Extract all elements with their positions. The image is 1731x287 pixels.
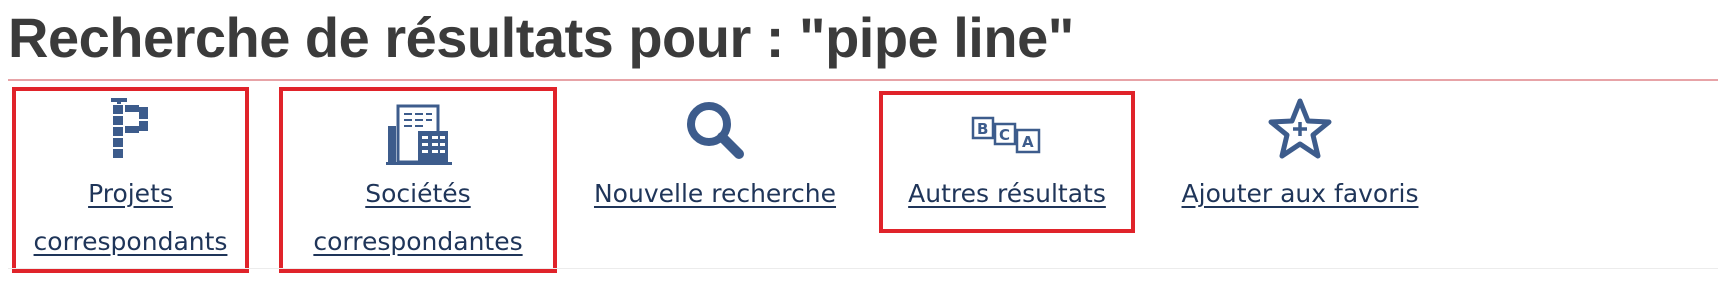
societes-link-line1[interactable]: Sociétés — [279, 170, 557, 218]
star-plus-icon — [1268, 98, 1332, 165]
title-divider — [8, 79, 1718, 81]
svg-text:C: C — [999, 126, 1010, 144]
ajouter-favoris-link[interactable]: Ajouter aux favoris — [1170, 170, 1430, 218]
action-societes[interactable]: Sociétés correspondantes — [279, 96, 557, 266]
autres-resultats-link[interactable]: Autres résultats — [879, 170, 1135, 218]
bottom-divider — [8, 268, 1718, 269]
building-icon — [382, 104, 454, 171]
nouvelle-recherche-link[interactable]: Nouvelle recherche — [585, 170, 845, 218]
action-nouvelle-recherche[interactable]: Nouvelle recherche — [585, 96, 845, 226]
svg-text:B: B — [977, 120, 988, 138]
search-icon — [685, 100, 745, 165]
action-projets[interactable]: Projets correspondants — [12, 96, 249, 266]
pipe-p-icon — [109, 98, 153, 165]
action-autres-resultats[interactable]: B C A Autres résultats — [879, 96, 1135, 226]
svg-text:A: A — [1022, 133, 1034, 151]
bca-blocks-icon: B C A — [971, 116, 1043, 161]
societes-link-line2[interactable]: correspondantes — [279, 218, 557, 266]
page-title: Recherche de résultats pour : "pipe line… — [8, 6, 1074, 69]
action-ajouter-favoris[interactable]: Ajouter aux favoris — [1170, 96, 1430, 226]
projets-link-line2[interactable]: correspondants — [12, 218, 249, 266]
projets-link-line1[interactable]: Projets — [12, 170, 249, 218]
